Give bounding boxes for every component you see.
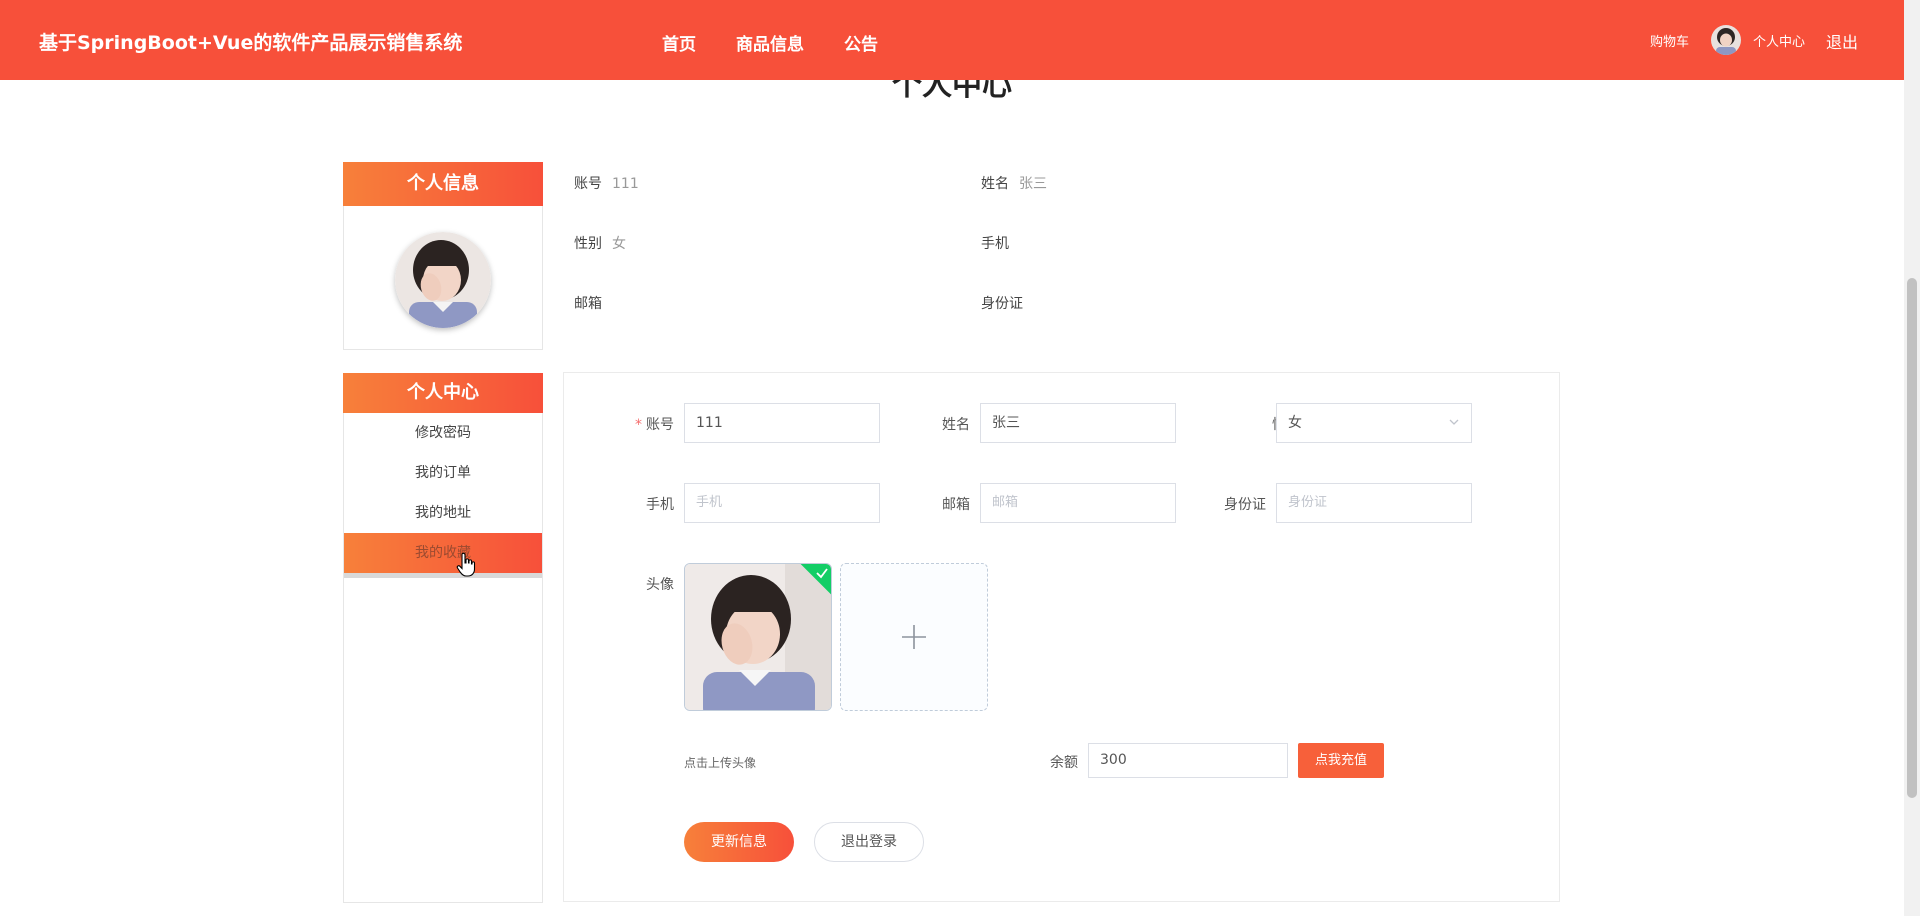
side-item-my-address[interactable]: 我的地址: [344, 493, 542, 533]
info-idcard: 身份证: [981, 293, 1023, 313]
info-account: 账号 111: [574, 173, 639, 193]
email-label: 邮箱: [942, 497, 970, 513]
check-icon: [816, 568, 828, 579]
idcard-input[interactable]: 身份证: [1276, 483, 1472, 523]
phone-input[interactable]: 手机: [684, 483, 880, 523]
logout-account-button[interactable]: 退出登录: [814, 822, 924, 862]
phone-label: 手机: [646, 497, 674, 513]
name-label: 姓名: [942, 417, 970, 433]
logout-link[interactable]: 退出: [1826, 29, 1858, 53]
page: 个人中心 基于SpringBoot+Vue的软件产品展示销售系统 首页 商品信息…: [0, 0, 1920, 916]
account-label-text: 账号: [646, 417, 674, 433]
info-email-label: 邮箱: [574, 296, 602, 312]
info-account-value: 111: [612, 176, 639, 192]
hand-cursor-icon: [456, 552, 476, 577]
header-avatar-image: [1711, 25, 1741, 55]
side-item-change-password[interactable]: 修改密码: [344, 413, 542, 453]
avatar-upload-preview[interactable]: [684, 563, 832, 711]
side-item-my-orders[interactable]: 我的订单: [344, 453, 542, 493]
account-label: * 账号: [600, 414, 674, 434]
profile-panel: [343, 206, 543, 350]
nav-notices[interactable]: 公告: [844, 30, 878, 55]
balance-label: 余额: [1050, 755, 1078, 771]
info-phone: 手机: [981, 233, 1009, 253]
name-input[interactable]: 张三: [980, 403, 1176, 443]
info-name: 姓名 张三: [981, 173, 1047, 193]
info-email: 邮箱: [574, 293, 602, 313]
idcard-label: 身份证: [1224, 497, 1266, 513]
top-header: 基于SpringBoot+Vue的软件产品展示销售系统 首页 商品信息 公告 购…: [0, 0, 1904, 80]
update-info-button[interactable]: 更新信息: [684, 822, 794, 862]
info-gender: 性别女: [574, 233, 626, 253]
plus-icon: [902, 625, 926, 649]
account-input[interactable]: 111: [684, 403, 880, 443]
chevron-down-icon: [1449, 419, 1459, 425]
user-center-link[interactable]: 个人中心: [1753, 31, 1805, 50]
header-avatar[interactable]: [1711, 25, 1741, 55]
profile-panel-title: 个人信息: [343, 162, 543, 206]
side-item-my-favorites[interactable]: 我的收藏: [344, 533, 542, 578]
cart-link[interactable]: 购物车: [1650, 31, 1689, 50]
upload-tip: 点击上传头像: [684, 756, 757, 770]
info-name-value: 张三: [1019, 176, 1047, 192]
info-idcard-label: 身份证: [981, 296, 1023, 312]
info-phone-label: 手机: [981, 236, 1009, 252]
profile-avatar: [395, 232, 491, 328]
center-panel-title: 个人中心: [343, 373, 543, 413]
nav-home[interactable]: 首页: [662, 30, 696, 55]
scrollbar-thumb[interactable]: [1907, 278, 1917, 798]
avatar-upload-image: [685, 564, 831, 710]
avatar-upload-button[interactable]: [840, 563, 988, 711]
info-name-label: 姓名: [981, 176, 1009, 192]
info-gender-value: 女: [612, 236, 626, 252]
info-gender-label: 性别: [574, 236, 602, 252]
info-account-label: 账号: [574, 176, 602, 192]
gender-select-value: 女: [1288, 415, 1302, 431]
gender-select[interactable]: 女: [1276, 403, 1472, 443]
required-mark: *: [635, 417, 642, 433]
email-input[interactable]: 邮箱: [980, 483, 1176, 523]
nav-products[interactable]: 商品信息: [736, 30, 804, 55]
site-title[interactable]: 基于SpringBoot+Vue的软件产品展示销售系统: [39, 28, 462, 55]
balance-input[interactable]: 300: [1088, 743, 1288, 778]
recharge-button[interactable]: 点我充值: [1298, 743, 1384, 778]
avatar-label: 头像: [646, 577, 674, 593]
